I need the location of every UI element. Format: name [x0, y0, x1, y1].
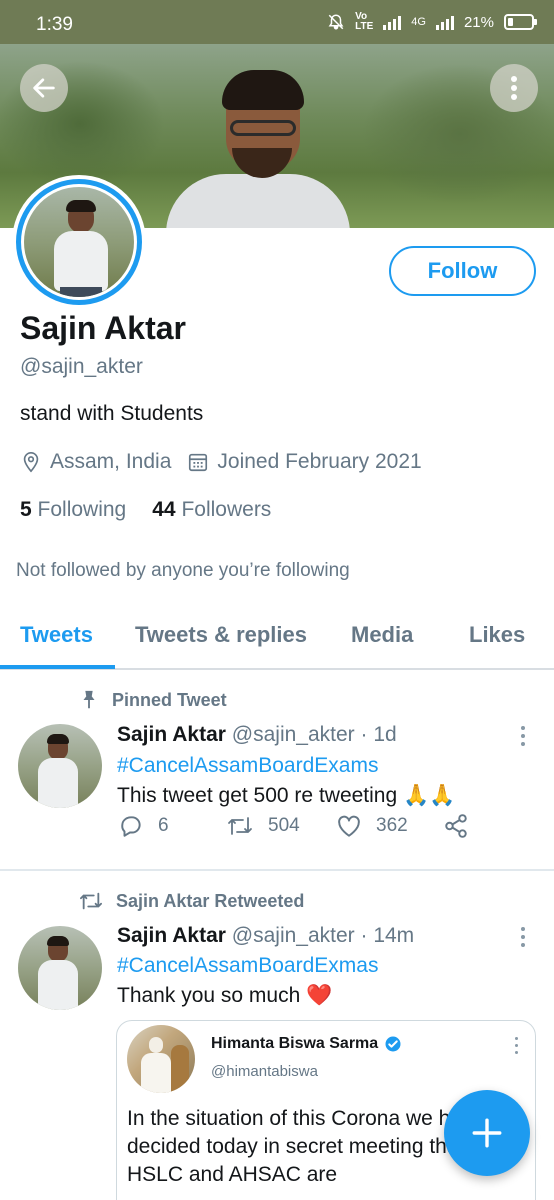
quote-more-button[interactable]	[515, 1037, 518, 1054]
reply-button[interactable]: 6	[118, 813, 169, 839]
banner-shirt	[166, 174, 350, 228]
tab-tweets-replies[interactable]: Tweets & replies	[135, 622, 307, 648]
tab-media[interactable]: Media	[351, 622, 413, 648]
status-icons: Vo LTE 4G 21%	[327, 11, 537, 32]
tweet-avatar[interactable]	[18, 724, 102, 808]
tweet-text: Thank you so much ❤️	[117, 984, 333, 1007]
tweet-divider	[0, 869, 554, 871]
pin-icon	[83, 690, 95, 709]
calendar-icon	[189, 453, 208, 472]
tweet-meta: @sajin_akter · 1d	[231, 723, 397, 746]
retweet-icon	[80, 892, 103, 910]
pinned-context: Pinned Tweet	[78, 689, 227, 711]
tweet-more-button[interactable]	[521, 726, 525, 746]
tab-tweets[interactable]: Tweets	[20, 622, 93, 648]
tweet-text: This tweet get 500 re tweeting 🙏🙏	[117, 784, 456, 807]
pinned-label: Pinned Tweet	[112, 689, 227, 710]
tweet-hashtag[interactable]: #CancelAssamBoardExams	[117, 754, 378, 778]
profile-name: Sajin Aktar	[20, 310, 186, 346]
quote-name: Himanta Biswa Sarma	[211, 1035, 379, 1052]
followers-label: Followers	[181, 498, 272, 521]
signal-icon	[383, 14, 402, 30]
tweet-author[interactable]: Sajin Aktar	[117, 723, 226, 746]
quote-avatar[interactable]	[127, 1025, 195, 1093]
like-icon	[338, 815, 360, 837]
tweet-avatar[interactable]	[18, 926, 102, 1010]
like-count: 362	[376, 815, 408, 836]
tweet-more-button[interactable]	[521, 927, 525, 947]
quote-handle: @himantabiswa	[211, 1063, 318, 1080]
share-icon	[445, 814, 467, 838]
like-button[interactable]: 362	[336, 814, 408, 838]
more-options-button[interactable]	[490, 64, 538, 112]
share-button[interactable]	[443, 813, 469, 839]
followers-link[interactable]: 44 Followers	[152, 498, 271, 522]
reply-count: 6	[158, 815, 169, 836]
verified-icon	[385, 1036, 401, 1052]
compose-plus-icon	[472, 1118, 502, 1148]
following-count: 5	[20, 498, 32, 521]
battery-icon	[504, 14, 537, 30]
battery-percent: 21%	[463, 13, 494, 31]
retweeted-label: Sajin Aktar Retweeted	[116, 890, 305, 911]
location-pin-icon	[23, 452, 39, 473]
retweet-icon	[228, 817, 252, 835]
avatar-ring	[16, 179, 142, 305]
volte-icon: Vo LTE	[355, 11, 374, 32]
following-label: Following	[37, 498, 127, 521]
banner-hair	[222, 70, 304, 110]
banner-glasses	[230, 120, 296, 136]
quote-name-row: Himanta Biswa Sarma	[211, 1035, 402, 1053]
profile-stats: 5 Following 44 Followers	[20, 498, 271, 522]
profile-meta: Assam, India Joined February 2021	[20, 450, 422, 474]
retweet-context: Sajin Aktar Retweeted	[78, 890, 304, 912]
more-vert-icon	[511, 76, 517, 100]
retweet-count: 504	[268, 815, 300, 836]
profile-tabs: Tweets Tweets & replies Media Likes	[0, 606, 554, 670]
tweet-item[interactable]: Sajin Aktar @sajin_akter · 1d #CancelAss…	[0, 720, 554, 870]
follow-button[interactable]: Follow	[389, 246, 536, 296]
mute-bell-icon	[328, 14, 344, 30]
profile-handle: @sajin_akter	[20, 355, 143, 378]
profile-avatar[interactable]	[12, 175, 146, 309]
tab-likes[interactable]: Likes	[469, 622, 525, 648]
retweet-button[interactable]: 504	[226, 814, 300, 838]
status-time: 1:39	[36, 14, 73, 35]
not-followed-note: Not followed by anyone you’re following	[16, 560, 350, 581]
avatar-photo	[24, 187, 134, 297]
active-tab-indicator	[0, 665, 115, 669]
tweet-header: Sajin Aktar @sajin_akter · 14m	[117, 924, 414, 948]
tweet-hashtag[interactable]: #CancelAssamBoardExmas	[117, 954, 378, 978]
reply-icon	[121, 816, 141, 837]
profile-joined: Joined February 2021	[217, 450, 422, 473]
compose-tweet-button[interactable]	[444, 1090, 530, 1176]
back-button[interactable]	[20, 64, 68, 112]
profile-bio: stand with Students	[20, 402, 204, 425]
tweet-meta: @sajin_akter · 14m	[231, 924, 415, 947]
tweet-header: Sajin Aktar @sajin_akter · 1d	[117, 723, 397, 747]
status-bar: 1:39 Vo LTE 4G 21%	[0, 0, 554, 44]
signal-icon-2	[435, 14, 454, 30]
tweet-author[interactable]: Sajin Aktar	[117, 924, 226, 947]
back-arrow-icon	[33, 78, 55, 98]
followers-count: 44	[152, 498, 176, 521]
profile-location: Assam, India	[50, 450, 172, 473]
network-type: 4G	[411, 16, 426, 28]
following-link[interactable]: 5 Following	[20, 498, 126, 522]
